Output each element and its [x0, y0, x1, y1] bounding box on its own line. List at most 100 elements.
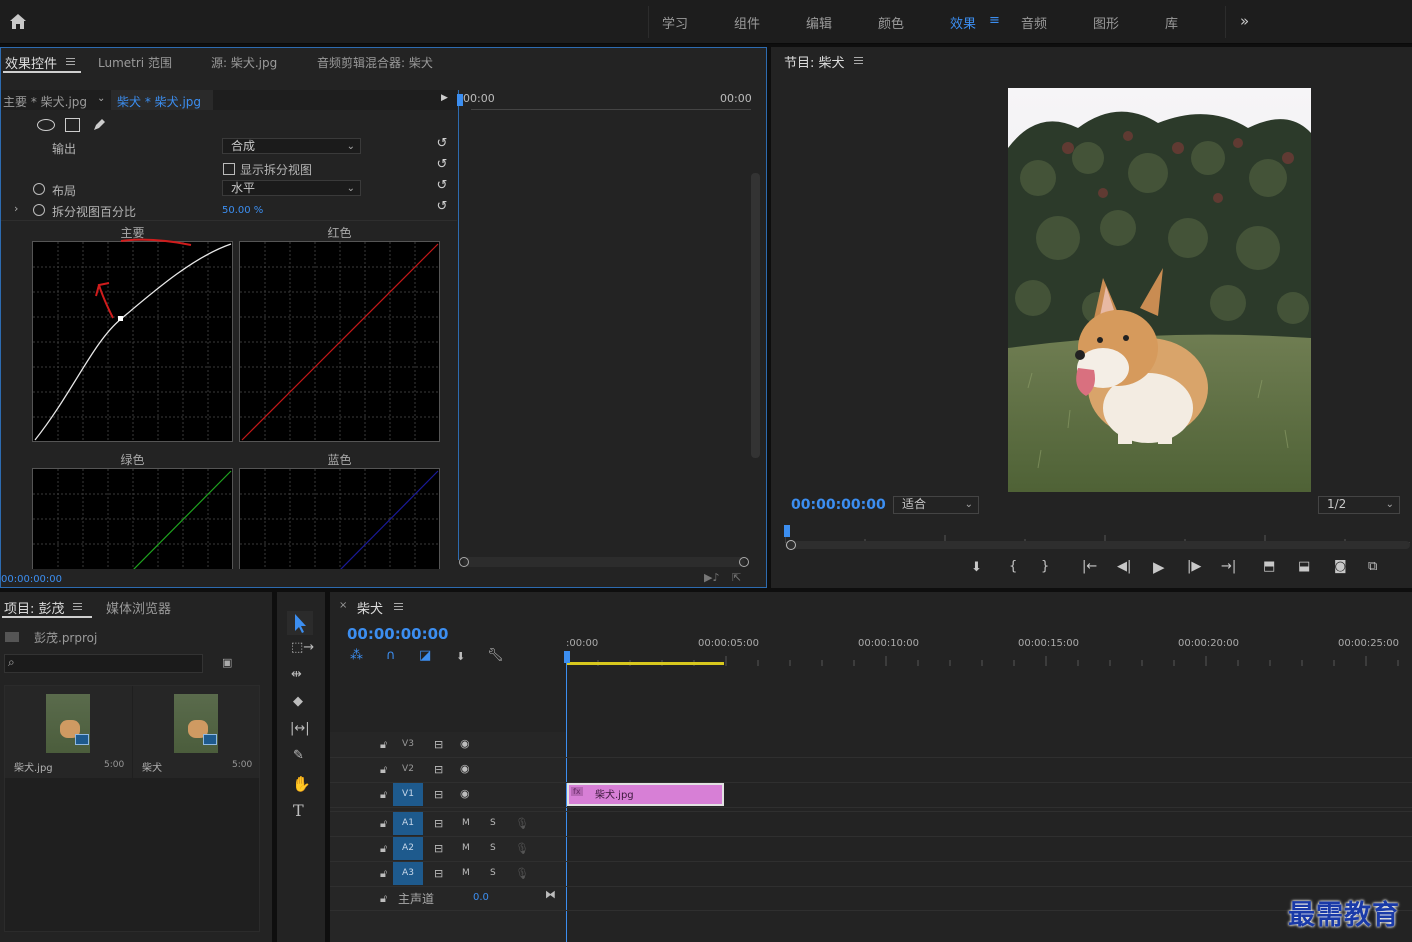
workspace-tab-effects[interactable]: 效果	[950, 13, 976, 32]
sync-lock-icon[interactable]: ⊟	[434, 738, 443, 751]
scroll-handle-left[interactable]	[459, 557, 469, 567]
reset-icon[interactable]: ↺	[435, 200, 449, 214]
extract-icon[interactable]: ⬓	[1298, 559, 1310, 574]
mark-in-icon[interactable]: {	[1009, 559, 1017, 574]
workspace-tab-learn[interactable]: 学习	[662, 13, 688, 32]
resolution-dropdown[interactable]: 1/2 ⌄	[1318, 496, 1400, 514]
go-to-end-icon[interactable]: ⧓	[545, 888, 556, 901]
project-item[interactable]: 柴犬 5:00	[133, 686, 259, 778]
track-select-tool-icon[interactable]: ⬚→	[291, 640, 314, 655]
search-input[interactable]	[4, 654, 203, 673]
track-target-a3[interactable]: A3	[393, 862, 423, 885]
microphone-icon[interactable]: 🎙︎	[515, 867, 529, 880]
track-target-a2[interactable]: A2	[393, 837, 423, 860]
workspace-tab-color[interactable]: 颜色	[878, 13, 904, 32]
tab-project[interactable]: 项目: 彭茂	[4, 598, 65, 617]
program-playhead[interactable]	[784, 525, 790, 537]
panel-menu-icon[interactable]	[394, 603, 403, 610]
effect-horizontal-scrollbar[interactable]	[463, 557, 745, 567]
slip-tool-icon[interactable]: |↔|	[290, 721, 310, 736]
reset-icon[interactable]: ↺	[435, 137, 449, 151]
more-workspaces-icon[interactable]: »	[1240, 12, 1249, 30]
workspace-tab-editing[interactable]: 编辑	[806, 13, 832, 32]
workspace-tab-audio[interactable]: 音频	[1021, 13, 1047, 32]
sync-lock-icon[interactable]: ⊟	[434, 763, 443, 776]
blue-curve-graph[interactable]	[239, 468, 440, 569]
stopwatch-icon[interactable]	[33, 204, 45, 216]
tab-audio-clip-mixer[interactable]: 音频剪辑混合器: 柴犬	[317, 54, 433, 71]
solo-button[interactable]: S	[490, 843, 496, 853]
go-to-out-icon[interactable]: →|	[1221, 559, 1236, 574]
lock-icon[interactable]: 🔓︎	[380, 892, 387, 906]
add-marker-icon[interactable]: ⬇	[456, 650, 465, 663]
master-track-value[interactable]: 0.0	[473, 892, 489, 903]
tab-source[interactable]: 源: 柴犬.jpg	[211, 54, 277, 71]
nest-sequence-icon[interactable]: ⁂	[350, 648, 363, 663]
tab-effect-controls[interactable]: 效果控件	[5, 53, 57, 72]
lock-icon[interactable]: 🔓︎	[380, 738, 387, 752]
comparison-view-icon[interactable]: ⧉	[1368, 559, 1377, 574]
rectangle-mask-icon[interactable]	[65, 118, 80, 132]
lock-icon[interactable]: 🔓︎	[380, 763, 387, 777]
eye-icon[interactable]: ◉	[460, 737, 470, 750]
add-marker-icon[interactable]: ⬇	[971, 560, 982, 575]
sync-lock-icon[interactable]: ⊟	[434, 867, 443, 880]
solo-button[interactable]: S	[490, 818, 496, 828]
green-curve-graph[interactable]	[32, 468, 233, 569]
lock-icon[interactable]: 🔓︎	[380, 817, 387, 831]
step-forward-icon[interactable]: |▶	[1187, 559, 1201, 574]
eye-icon[interactable]: ◉	[460, 762, 470, 775]
effect-vertical-scrollbar[interactable]	[751, 173, 760, 458]
workspace-tab-libraries[interactable]: 库	[1165, 13, 1178, 32]
timeline-playhead[interactable]	[564, 651, 570, 663]
workspace-tab-graphics[interactable]: 图形	[1093, 13, 1119, 32]
mute-button[interactable]: M	[462, 843, 470, 853]
solo-button[interactable]: S	[490, 868, 496, 878]
close-icon[interactable]: ×	[339, 600, 347, 611]
lock-icon[interactable]: 🔓︎	[380, 842, 387, 856]
mark-out-icon[interactable]: }	[1041, 559, 1049, 574]
layout-dropdown[interactable]: 水平 ⌄	[222, 180, 361, 196]
reset-icon[interactable]: ↺	[435, 158, 449, 172]
ripple-edit-tool-icon[interactable]: ⇹	[291, 667, 302, 682]
wrench-icon[interactable]: 🔧︎	[487, 648, 504, 663]
type-tool-icon[interactable]: T	[293, 801, 304, 820]
sequence-tab[interactable]: 柴犬	[357, 598, 383, 617]
mute-button[interactable]: M	[462, 818, 470, 828]
ellipse-mask-icon[interactable]	[37, 119, 55, 131]
zoom-dropdown[interactable]: 适合 ⌄	[893, 496, 979, 514]
workspace-menu-icon[interactable]: ≡	[989, 13, 1000, 28]
track-target-v3[interactable]: V3	[393, 733, 423, 756]
microphone-icon[interactable]: 🎙︎	[515, 817, 529, 830]
split-percent-value[interactable]: 50.00 %	[222, 205, 263, 216]
workspace-tab-assembly[interactable]: 组件	[734, 13, 760, 32]
program-monitor-title[interactable]: 节目: 柴犬	[784, 52, 845, 71]
chevron-down-icon[interactable]: ⌄	[97, 93, 105, 104]
lock-icon[interactable]: 🔓︎	[380, 867, 387, 881]
sync-lock-icon[interactable]: ⊟	[434, 817, 443, 830]
red-curve-graph[interactable]	[239, 241, 440, 442]
selection-tool-icon[interactable]	[287, 611, 313, 635]
play-only-icon[interactable]: ▶	[441, 93, 448, 103]
razor-tool-icon[interactable]: ◆	[293, 694, 303, 709]
track-target-v2[interactable]: V2	[393, 758, 423, 781]
stopwatch-icon[interactable]	[33, 183, 45, 195]
solo-audio-icon[interactable]: ▶♪	[704, 571, 719, 584]
pen-tool-icon[interactable]: ✎	[293, 748, 304, 763]
snap-icon[interactable]: ∩	[386, 648, 396, 663]
tab-media-browser[interactable]: 媒体浏览器	[106, 598, 171, 617]
lock-icon[interactable]: 🔓︎	[380, 788, 387, 802]
scroll-handle-right[interactable]	[739, 557, 749, 567]
eye-icon[interactable]: ◉	[460, 787, 470, 800]
track-target-v1[interactable]: V1	[393, 783, 423, 806]
program-timecode[interactable]: 00:00:00:00	[791, 497, 886, 513]
reset-icon[interactable]: ↺	[435, 179, 449, 193]
output-dropdown[interactable]: 合成 ⌄	[222, 138, 361, 154]
timeline-clip[interactable]: fx 柴犬.jpg	[567, 783, 724, 806]
timeline-timecode[interactable]: 00:00:00:00	[347, 625, 449, 643]
project-item[interactable]: 柴犬.jpg 5:00	[5, 686, 132, 778]
mute-button[interactable]: M	[462, 868, 470, 878]
pen-mask-icon[interactable]	[92, 117, 107, 132]
track-target-a1[interactable]: A1	[393, 812, 423, 835]
hand-tool-icon[interactable]: ✋	[292, 775, 311, 793]
